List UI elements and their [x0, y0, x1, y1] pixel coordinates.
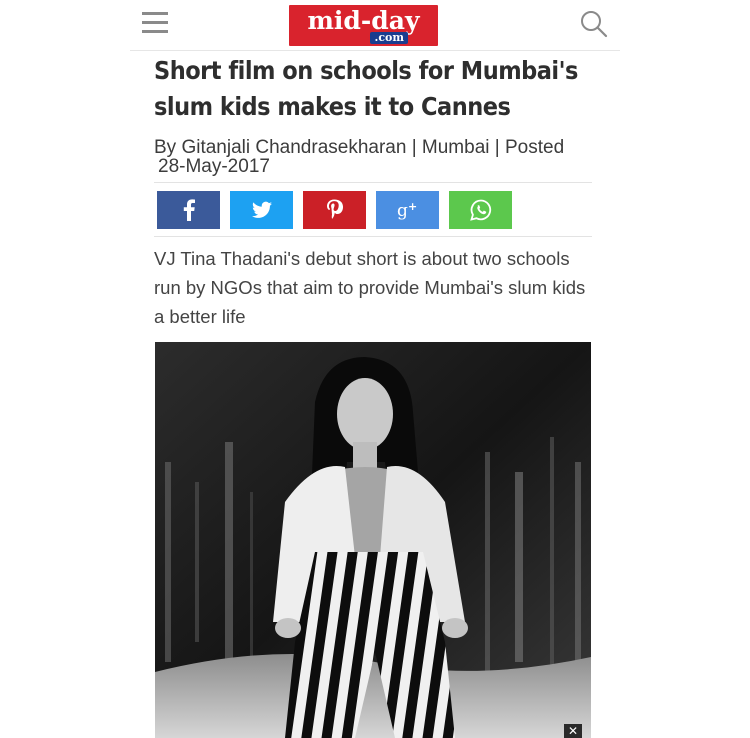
byline-text: By Gitanjali Chandrasekharan | Mumbai | …: [154, 137, 565, 158]
twitter-icon: [251, 201, 272, 218]
logo-text: mid-day: [307, 6, 420, 35]
close-ad-button[interactable]: ✕: [564, 724, 582, 738]
logo-subtext: .com: [370, 32, 408, 44]
google-plus-icon: g +: [397, 200, 417, 220]
site-header: mid-day .com: [130, 0, 620, 51]
site-logo[interactable]: mid-day .com: [289, 5, 438, 46]
article-byline: By Gitanjali Chandrasekharan | Mumbai | …: [154, 138, 594, 176]
divider: [154, 236, 592, 237]
share-facebook-button[interactable]: [157, 191, 220, 229]
facebook-icon: [183, 199, 195, 221]
pinterest-icon: [326, 199, 343, 219]
publish-date: 28-May-2017: [158, 156, 270, 177]
share-twitter-button[interactable]: [230, 191, 293, 229]
hamburger-menu-icon[interactable]: [142, 12, 168, 34]
svg-text:+: +: [408, 200, 417, 213]
share-pinterest-button[interactable]: [303, 191, 366, 229]
svg-text:g: g: [397, 201, 408, 220]
search-icon[interactable]: [580, 10, 608, 38]
article-page: mid-day .com Short film on schools for M…: [130, 0, 620, 738]
article-summary: VJ Tina Thadani's debut short is about t…: [154, 248, 586, 327]
photo-illustration: [155, 342, 591, 738]
article-title: Short film on schools for Mumbai's slum …: [154, 56, 578, 121]
divider: [154, 182, 592, 183]
share-whatsapp-button[interactable]: [449, 191, 512, 229]
article-photo[interactable]: [155, 342, 591, 738]
share-google-plus-button[interactable]: g +: [376, 191, 439, 229]
whatsapp-icon: [469, 199, 491, 221]
